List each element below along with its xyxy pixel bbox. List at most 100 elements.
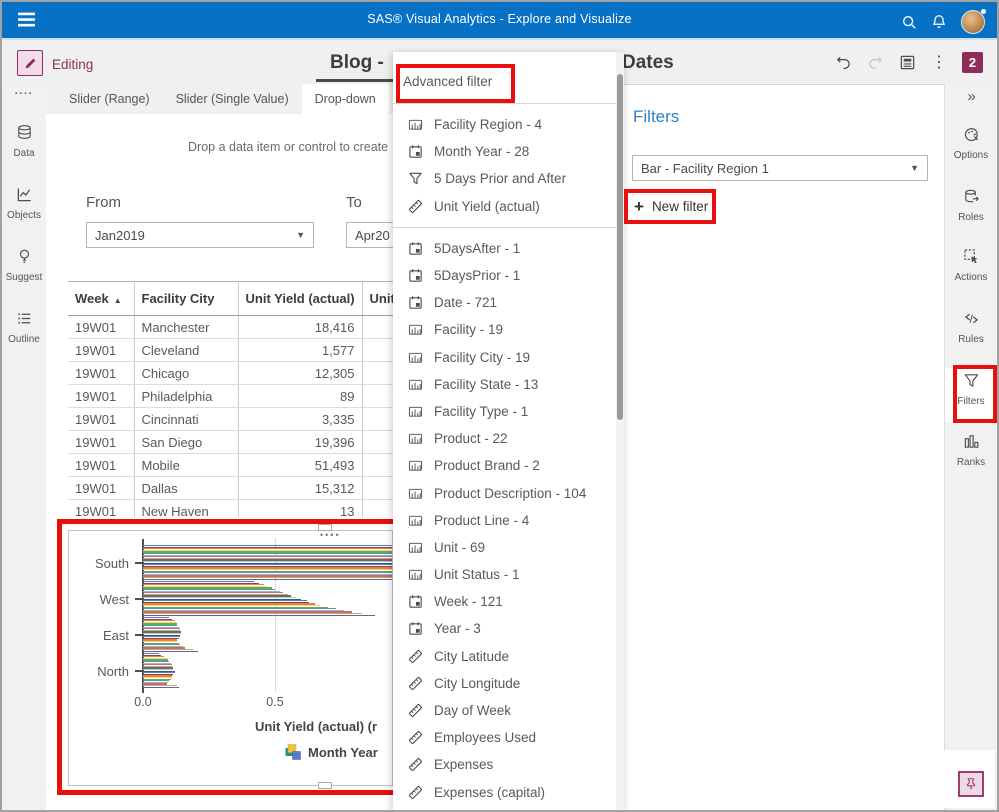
- x-axis-tick-0.0: 0.0: [123, 695, 163, 709]
- menu-item-month-year-28[interactable]: Month Year - 28: [393, 138, 616, 165]
- table-row[interactable]: 19W01Chicago12,305: [68, 362, 393, 385]
- roles-icon: [963, 188, 980, 205]
- from-select[interactable]: Jan2019 ▼: [86, 222, 314, 248]
- table-cell: New Haven: [134, 500, 238, 518]
- column-header-facility-city[interactable]: Facility City: [134, 282, 238, 316]
- category-icon: [407, 322, 423, 337]
- menu-item-5-days-prior-and-after[interactable]: 5 Days Prior and After: [393, 165, 616, 192]
- table-cell: [362, 454, 393, 477]
- table-row[interactable]: 19W01Cleveland1,577: [68, 339, 393, 362]
- search-icon[interactable]: [901, 14, 917, 30]
- menu-item-year-3[interactable]: Year - 3: [393, 615, 616, 642]
- notification-badge[interactable]: 2: [962, 52, 983, 73]
- menu-item-facility-city-19[interactable]: Facility City - 19: [393, 344, 616, 371]
- menu-item-facility-type-1[interactable]: Facility Type - 1: [393, 398, 616, 425]
- bar-east-21[interactable]: [143, 651, 198, 652]
- measure-icon: [407, 757, 423, 772]
- menu-item-expenses[interactable]: Expenses: [393, 751, 616, 778]
- object-resize-handle-bottom[interactable]: [318, 782, 332, 789]
- rail-item-ranks[interactable]: Ranks: [945, 433, 997, 468]
- object-drag-handle[interactable]: ••••: [320, 530, 341, 540]
- table-row[interactable]: 19W01New Haven13: [68, 500, 393, 518]
- bar-west-21[interactable]: [143, 615, 375, 616]
- menu-item-label: Facility - 19: [434, 322, 503, 337]
- tab-slider-single-value-[interactable]: Slider (Single Value): [163, 84, 302, 114]
- y-axis-label-south: South: [71, 556, 129, 571]
- menu-item-advanced-filter[interactable]: Advanced filter: [393, 66, 616, 96]
- rail-item-rules[interactable]: Rules: [945, 310, 997, 345]
- rail-item-actions[interactable]: Actions: [945, 248, 997, 283]
- bar-chart-object[interactable]: SouthWestEastNorth0.00.5Unit Yield (actu…: [68, 530, 393, 786]
- column-header-week[interactable]: Week▲: [68, 282, 134, 316]
- table-cell: 19W01: [68, 385, 134, 408]
- menu-item-label: City Latitude: [434, 649, 509, 664]
- menu-item-5daysafter-1[interactable]: 5DaysAfter - 1: [393, 235, 616, 262]
- menu-item-day-of-week[interactable]: Day of Week: [393, 697, 616, 724]
- rail-item-roles[interactable]: Roles: [945, 188, 997, 223]
- menu-separator: [393, 227, 616, 228]
- menu-item-product-line-4[interactable]: Product Line - 4: [393, 507, 616, 534]
- bar-south-21[interactable]: [143, 579, 393, 580]
- rail-item-objects[interactable]: Objects: [2, 186, 46, 221]
- table-row[interactable]: 19W01Dallas15,312: [68, 477, 393, 500]
- user-avatar[interactable]: [961, 10, 985, 34]
- pin-panel-button[interactable]: [958, 771, 984, 797]
- menu-item-facility-19[interactable]: Facility - 19: [393, 316, 616, 343]
- table-row[interactable]: 19W01Cincinnati3,335: [68, 408, 393, 431]
- collapse-panel-button[interactable]: »: [945, 88, 997, 105]
- new-filter-button[interactable]: + New filter: [634, 198, 708, 215]
- left-rail-more[interactable]: ····: [2, 88, 46, 100]
- menu-item-product-description-104[interactable]: Product Description - 104: [393, 479, 616, 506]
- menu-item-unit-status-1[interactable]: Unit Status - 1: [393, 561, 616, 588]
- tab-drop-down[interactable]: Drop-down: [302, 84, 389, 114]
- data-table[interactable]: Week▲Facility CityUnit Yield (actual)Uni…: [68, 281, 393, 517]
- rail-item-outline[interactable]: Outline: [2, 310, 46, 345]
- column-header-unit[interactable]: Unit: [362, 282, 393, 316]
- menu-item-expenses-capital-[interactable]: Expenses (capital): [393, 779, 616, 806]
- table-row[interactable]: 19W01Philadelphia89: [68, 385, 393, 408]
- table-row[interactable]: 19W01Mobile51,493: [68, 454, 393, 477]
- bar-north-21[interactable]: [143, 687, 179, 688]
- table-row[interactable]: 19W01San Diego19,396: [68, 431, 393, 454]
- menu-scrollbar-thumb[interactable]: [617, 74, 623, 420]
- rail-item-suggest[interactable]: Suggest: [2, 248, 46, 283]
- tab-slider-range-[interactable]: Slider (Range): [56, 84, 163, 114]
- chart-legend[interactable]: Month Year: [285, 744, 378, 760]
- measure-icon: [407, 676, 423, 691]
- menu-item-city-longitude[interactable]: City Longitude: [393, 670, 616, 697]
- menu-item-week-121[interactable]: Week - 121: [393, 588, 616, 615]
- kebab-icon[interactable]: ⋮: [931, 55, 947, 71]
- rail-item-label: Filters: [945, 396, 997, 407]
- rail-item-filters[interactable]: Filters: [945, 372, 997, 407]
- menu-item-facility-region-4[interactable]: Facility Region - 4: [393, 111, 616, 138]
- menu-item-product-22[interactable]: Product - 22: [393, 425, 616, 452]
- table-row[interactable]: 19W01Manchester18,416: [68, 316, 393, 339]
- bell-icon[interactable]: [931, 14, 947, 30]
- menu-item-employees-used[interactable]: Employees Used: [393, 724, 616, 751]
- from-select-value: Jan2019: [95, 228, 145, 243]
- redo-icon[interactable]: [867, 54, 884, 71]
- menu-scrollbar-track[interactable]: [616, 52, 624, 810]
- group-icon: [285, 744, 301, 760]
- sas-va-window: SAS® Visual Analytics - Explore and Visu…: [0, 0, 999, 812]
- table-cell: 19,396: [238, 431, 362, 454]
- filter-icon: [407, 171, 423, 186]
- menu-item-unit-yield-actual-[interactable]: Unit Yield (actual): [393, 193, 616, 220]
- rail-item-data[interactable]: Data: [2, 124, 46, 159]
- menu-item-unit-69[interactable]: Unit - 69: [393, 534, 616, 561]
- menu-item-date-721[interactable]: Date - 721: [393, 289, 616, 316]
- rail-item-options[interactable]: Options: [945, 126, 997, 161]
- menu-item-city-latitude[interactable]: City Latitude: [393, 643, 616, 670]
- objects-icon: [16, 186, 33, 203]
- report-icon[interactable]: [899, 54, 916, 71]
- filter-object-select[interactable]: Bar - Facility Region 1 ▼: [632, 155, 928, 181]
- undo-icon[interactable]: [835, 54, 852, 71]
- edit-mode-icon[interactable]: [17, 50, 43, 76]
- menu-item-5daysprior-1[interactable]: 5DaysPrior - 1: [393, 262, 616, 289]
- menu-item-product-brand-2[interactable]: Product Brand - 2: [393, 452, 616, 479]
- report-title-left: Blog -: [330, 52, 384, 74]
- chevron-down-icon: ▼: [296, 230, 305, 240]
- menu-item-facility-state-13[interactable]: Facility State - 13: [393, 371, 616, 398]
- table-cell: 51,493: [238, 454, 362, 477]
- column-header-unit-yield-actual-[interactable]: Unit Yield (actual): [238, 282, 362, 316]
